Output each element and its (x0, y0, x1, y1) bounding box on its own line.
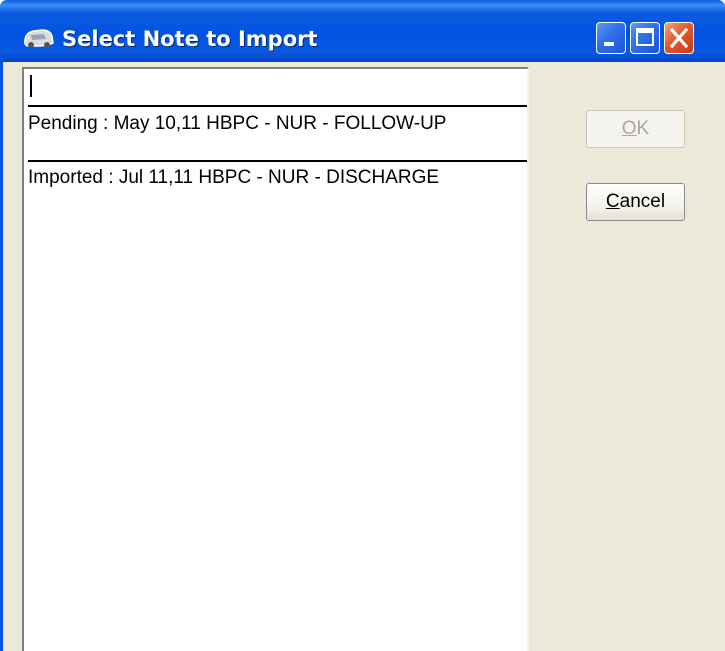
cancel-accel: C (605, 191, 620, 212)
close-button[interactable] (664, 22, 694, 54)
list-divider (28, 160, 527, 162)
list-item-pending[interactable]: Pending : May 10,11 HBPC - NUR - FOLLOW-… (28, 110, 523, 138)
ok-label: K (636, 118, 650, 139)
close-icon (669, 27, 689, 49)
maximize-button[interactable] (630, 22, 660, 54)
ok-button[interactable]: OK (586, 110, 685, 148)
dialog-body: Pending : May 10,11 HBPC - NUR - FOLLOW-… (3, 62, 725, 651)
ok-accel: O (621, 118, 637, 139)
list-divider (28, 105, 527, 107)
minimize-icon (604, 42, 614, 46)
select-note-dialog: Select Note to Import Pending : May 10,1… (0, 0, 725, 651)
title-bar[interactable]: Select Note to Import (0, 0, 725, 62)
minimize-button[interactable] (596, 22, 626, 54)
notes-listbox[interactable]: Pending : May 10,11 HBPC - NUR - FOLLOW-… (22, 67, 529, 651)
cancel-label: ancel (619, 191, 666, 212)
maximize-icon (636, 28, 654, 46)
cancel-button[interactable]: Cancel (586, 183, 685, 221)
app-icon (24, 29, 54, 48)
list-item-imported[interactable]: Imported : Jul 11,11 HBPC - NUR - DISCHA… (28, 164, 523, 192)
text-caret (30, 75, 32, 97)
window-title: Select Note to Import (62, 27, 318, 51)
